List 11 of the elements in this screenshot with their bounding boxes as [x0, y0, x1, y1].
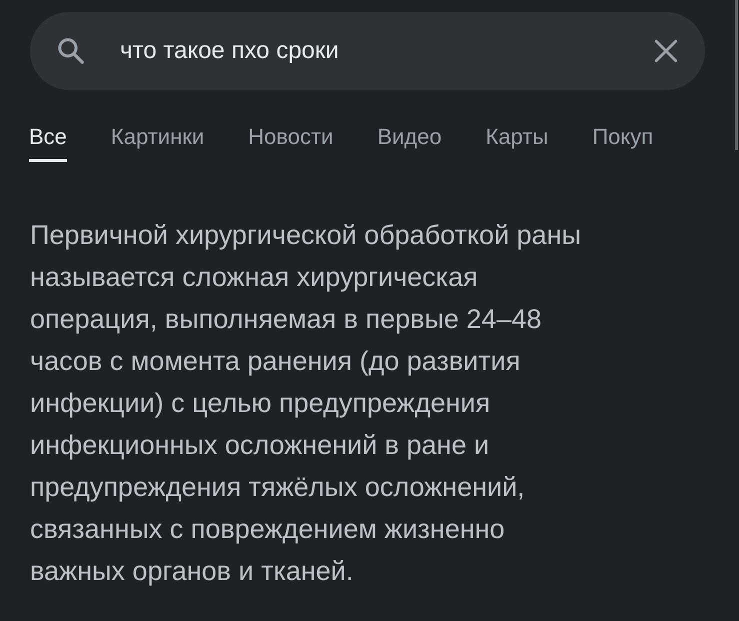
tab[interactable]: Карты: [486, 120, 548, 162]
close-icon[interactable]: [653, 38, 679, 64]
search-icon: [56, 36, 86, 66]
search-field[interactable]: что такое пхо сроки: [30, 12, 705, 90]
tab[interactable]: Все: [29, 120, 67, 162]
tab[interactable]: Видео: [377, 120, 442, 162]
search-input[interactable]: что такое пхо сроки: [120, 33, 653, 69]
tab[interactable]: Новости: [248, 120, 334, 162]
tab[interactable]: Покуп: [592, 120, 654, 162]
tab[interactable]: Картинки: [110, 120, 204, 162]
answer-text: Первичной хирургической обработкой раны называется сложная хирургическая операция, выполняемая в первые 24–48 часов с момента ранения (до развития инфекции) с целью предупреждения инфекционных осложнений в ране и предупреждения тяжёлых осложнений, связанных с повреждением жизненно важных органов и тканей.: [29, 219, 582, 588]
